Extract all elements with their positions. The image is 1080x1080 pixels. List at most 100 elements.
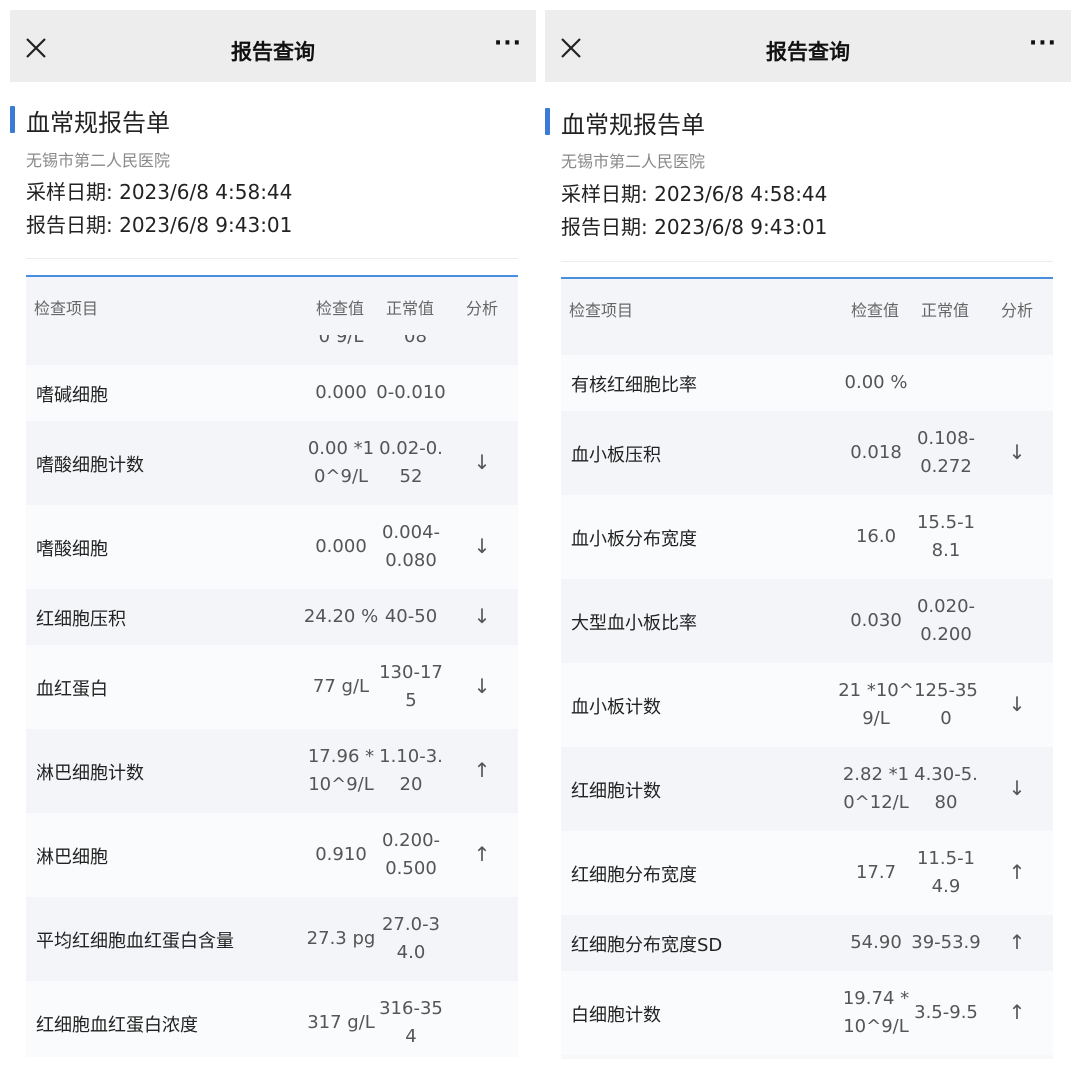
normal-line: 11.5-1 xyxy=(916,848,976,869)
item-name: 有核红细胞比率 xyxy=(571,375,697,396)
normal-line: 130-17 xyxy=(379,662,443,683)
title-bar: 报告查询 ··· xyxy=(545,10,1071,82)
normal-line: 0-0.010 xyxy=(376,382,446,403)
normal-line: 316-35 xyxy=(379,998,443,1019)
item-normal-range: 0.108- 0.272 xyxy=(906,425,986,481)
analysis-arrow-icon: ↓ xyxy=(473,534,491,558)
heading-accent-bar xyxy=(545,108,550,135)
table-row[interactable]: 平均红细胞血红蛋白含量 27.3 pg 27.0-3 4.0 xyxy=(26,897,518,981)
analysis-arrow-icon: ↓ xyxy=(473,604,491,628)
more-options-icon[interactable]: ··· xyxy=(494,33,522,55)
normal-line: 0.500 xyxy=(385,858,437,879)
table-row[interactable]: 有核红细胞比率 0.00 % xyxy=(561,355,1053,411)
divider xyxy=(26,258,518,259)
header-item: 检查项目 xyxy=(34,299,99,318)
normal-line: 80 xyxy=(934,792,958,813)
analysis-arrow-icon: ↑ xyxy=(1008,930,1026,954)
sample-date: 采样日期: 2023/6/8 4:58:44 xyxy=(561,182,828,206)
item-normal-range: 15.5-1 8.1 xyxy=(906,509,986,565)
item-normal-range: 11.5-1 4.9 xyxy=(906,845,986,901)
analysis-arrow-icon: ↑ xyxy=(473,758,491,782)
table-row[interactable]: 血红蛋白 77 g/L 130-17 5 ↓ xyxy=(26,645,518,729)
page-title: 报告查询 xyxy=(766,40,850,64)
header-normal: 正常值 xyxy=(386,299,435,318)
item-normal-range: 316-35 4 xyxy=(371,995,451,1051)
normal-line: 0 xyxy=(940,708,952,729)
item-name: 嗜碱细胞 xyxy=(36,385,108,406)
analysis-arrow-icon: ↓ xyxy=(1008,440,1026,464)
hospital-name: 无锡市第二人民医院 xyxy=(561,152,706,171)
normal-line: 52 xyxy=(399,466,423,487)
normal-line: 40-50 xyxy=(384,606,438,627)
item-normal-range: 0-0.010 xyxy=(371,379,451,407)
normal-line: 4.0 xyxy=(396,942,426,963)
normal-line: 0.200 xyxy=(920,624,972,645)
partial-normal: 08 xyxy=(404,335,427,347)
normal-line: 15.5-1 xyxy=(916,512,976,533)
normal-line: 3.5-9.5 xyxy=(914,1002,978,1023)
item-normal-range: 130-17 5 xyxy=(371,659,451,715)
table-row-partial[interactable]: 0 9/L 08 xyxy=(26,335,518,365)
header-value: 检查值 xyxy=(851,301,900,320)
item-name: 红细胞分布宽度SD xyxy=(571,935,723,956)
analysis-arrow-icon: ↓ xyxy=(473,450,491,474)
normal-line: 125-35 xyxy=(914,680,978,701)
table-row[interactable]: 红细胞计数 2.82 *1 0^12/L 4.30-5. 80 ↓ xyxy=(561,747,1053,831)
item-name: 淋巴细胞计数 xyxy=(36,763,144,784)
item-normal-range: 0.020- 0.200 xyxy=(906,593,986,649)
report-title: 血常规报告单 xyxy=(561,111,705,139)
normal-line: 20 xyxy=(399,774,423,795)
item-name: 血红蛋白 xyxy=(36,679,108,700)
table-row[interactable]: 红细胞分布宽度SD 54.90 39-53.9 ↑ xyxy=(561,915,1053,971)
item-normal-range: 0.004- 0.080 xyxy=(371,519,451,575)
table-header: 检查项目 检查值 正常值 分析 xyxy=(26,277,518,335)
report-date: 报告日期: 2023/6/8 9:43:01 xyxy=(26,213,293,237)
item-name: 嗜酸细胞计数 xyxy=(36,455,144,476)
normal-line: 0.02-0. xyxy=(379,438,443,459)
normal-line: 4 xyxy=(405,1026,417,1047)
table-row[interactable]: 红细胞压积 24.20 % 40-50 ↓ xyxy=(26,589,518,645)
value-line: 0.00 % xyxy=(844,372,908,393)
table-row[interactable]: 血小板压积 0.018 0.108- 0.272 ↓ xyxy=(561,411,1053,495)
normal-line: 4.9 xyxy=(931,876,961,897)
partial-value: 0 9/L xyxy=(318,335,364,347)
item-normal-range: 125-35 0 xyxy=(906,677,986,733)
item-normal-range: 3.5-9.5 xyxy=(906,999,986,1027)
header-analysis: 分析 xyxy=(1001,301,1034,320)
normal-line: 0.020- xyxy=(916,596,976,617)
report-date: 报告日期: 2023/6/8 9:43:01 xyxy=(561,215,828,239)
table-row[interactable]: 嗜酸细胞 0.000 0.004- 0.080 ↓ xyxy=(26,505,518,589)
item-name: 血小板计数 xyxy=(571,697,661,718)
table-header: 检查项目 检查值 正常值 分析 xyxy=(561,279,1053,337)
normal-line: 0.108- xyxy=(916,428,976,449)
table-row[interactable]: 淋巴细胞计数 17.96 * 10^9/L 1.10-3. 20 ↑ xyxy=(26,729,518,813)
hospital-name: 无锡市第二人民医院 xyxy=(26,151,171,170)
item-normal-range: 1.10-3. 20 xyxy=(371,743,451,799)
normal-line: 4.30-5. xyxy=(914,764,978,785)
item-name: 红细胞压积 xyxy=(36,609,126,630)
table-row[interactable]: 嗜碱细胞 0.000 0-0.010 xyxy=(26,365,518,421)
table-row[interactable]: 血小板计数 21 *10^ 9/L 125-35 0 ↓ xyxy=(561,663,1053,747)
heading-accent-bar xyxy=(10,106,15,133)
title-bar: 报告查询 ··· xyxy=(10,10,536,82)
table-row-partial[interactable] xyxy=(561,337,1053,355)
analysis-arrow-icon: ↓ xyxy=(473,674,491,698)
normal-line: 0.080 xyxy=(385,550,437,571)
item-name: 血小板分布宽度 xyxy=(571,529,697,550)
normal-line: 39-53.9 xyxy=(911,932,981,953)
table-row[interactable]: 大型血小板比率 0.030 0.020- 0.200 xyxy=(561,579,1053,663)
table-row[interactable]: 血小板分布宽度 16.0 15.5-1 8.1 xyxy=(561,495,1053,579)
left-report-panel: 报告查询 ··· 血常规报告单 无锡市第二人民医院 采样日期: 2023/6/8… xyxy=(10,0,536,1080)
table-row[interactable]: 红细胞分布宽度 17.7 11.5-1 4.9 ↑ xyxy=(561,831,1053,915)
table-row[interactable]: 白细胞计数 19.74 * 10^9/L 3.5-9.5 ↑ xyxy=(561,971,1053,1055)
analysis-arrow-icon: ↑ xyxy=(473,842,491,866)
item-normal-range: 0.02-0. 52 xyxy=(371,435,451,491)
more-options-icon[interactable]: ··· xyxy=(1029,33,1057,55)
table-row[interactable]: 淋巴细胞 0.910 0.200- 0.500 ↑ xyxy=(26,813,518,897)
item-name: 红细胞血红蛋白浓度 xyxy=(36,1015,198,1036)
normal-line: 5 xyxy=(405,690,417,711)
table-row[interactable]: 嗜酸细胞计数 0.00 *1 0^9/L 0.02-0. 52 ↓ xyxy=(26,421,518,505)
item-normal-range: 40-50 xyxy=(371,603,451,631)
table-row[interactable]: 红细胞血红蛋白浓度 317 g/L 316-35 4 xyxy=(26,981,518,1057)
item-name: 红细胞分布宽度 xyxy=(571,865,697,886)
